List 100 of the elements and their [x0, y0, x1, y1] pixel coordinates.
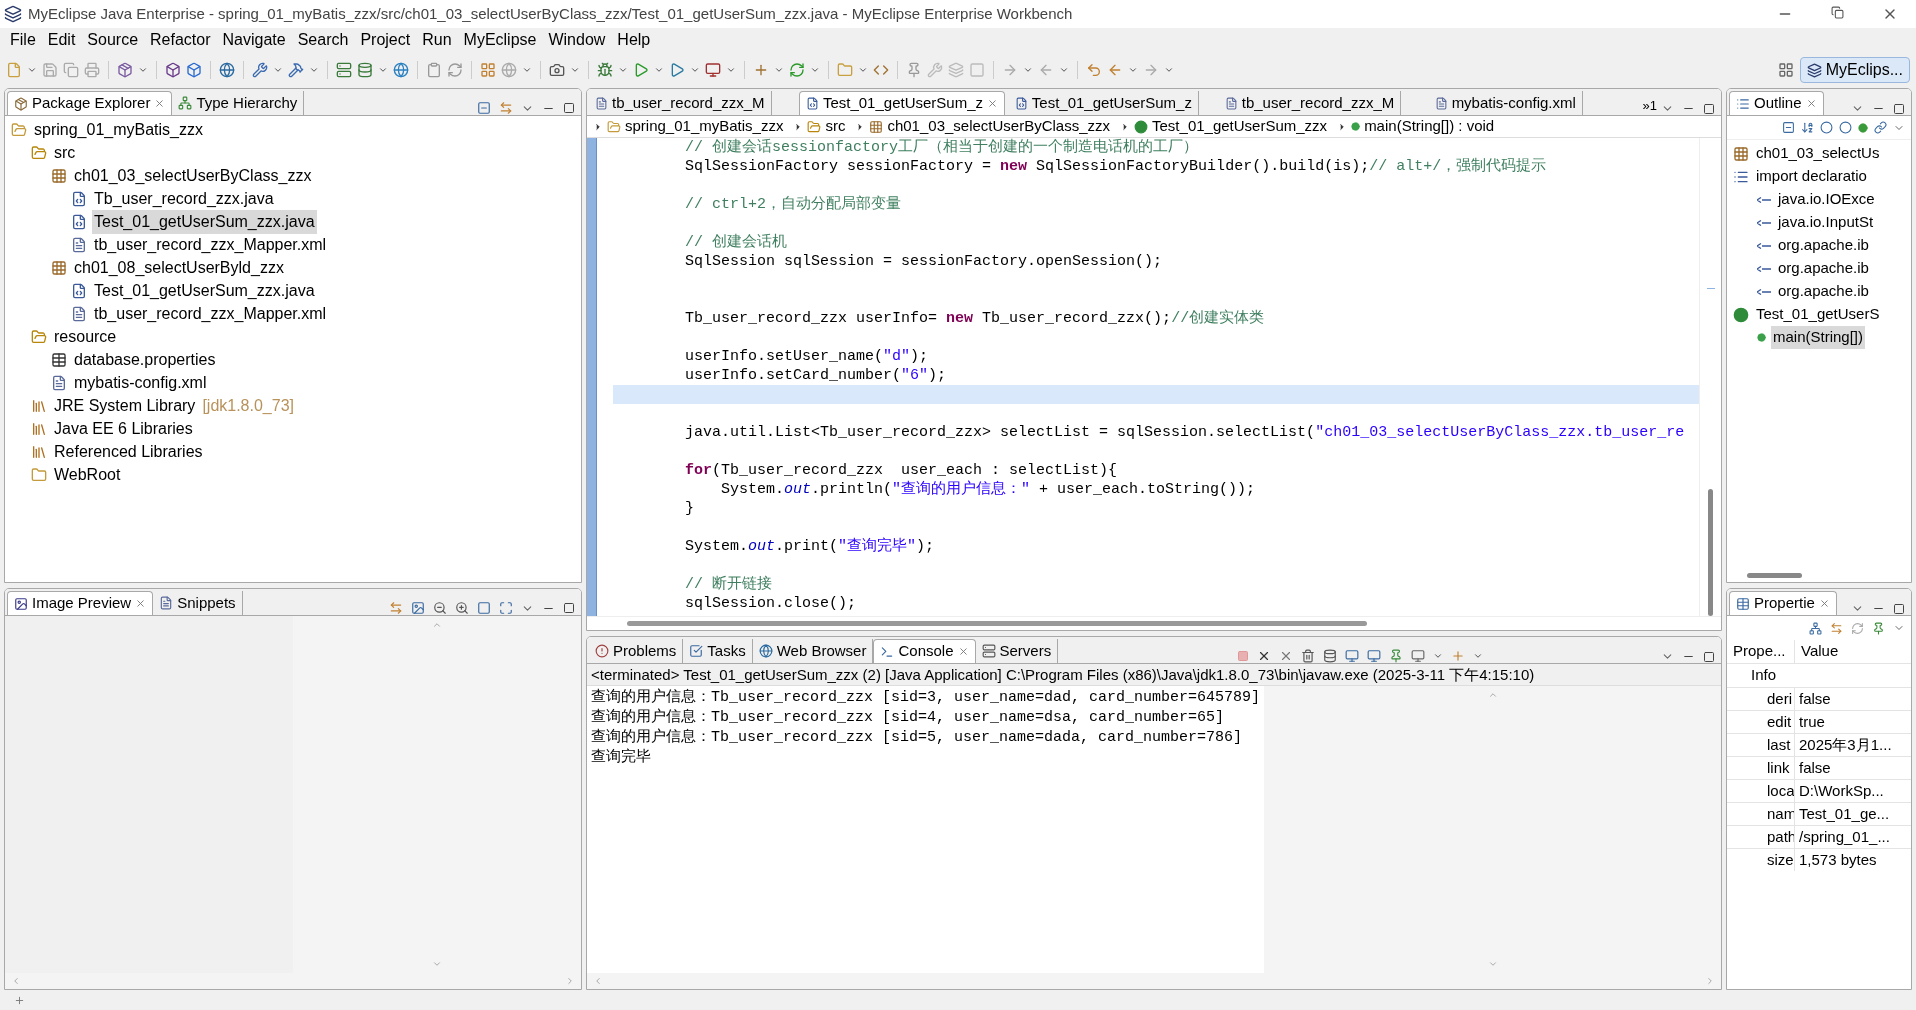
print-icon[interactable]: [84, 62, 100, 78]
close-icon[interactable]: [154, 98, 166, 109]
caret-icon[interactable]: [1059, 65, 1069, 75]
view-tab[interactable]: Image Preview: [7, 591, 154, 615]
close-icon[interactable]: [135, 598, 147, 609]
tree-item[interactable]: Referenced Libraries: [52, 439, 205, 464]
breadcrumb-item[interactable]: Test_01_getUserSum_zzx: [1152, 115, 1328, 138]
menu-item[interactable]: Project: [354, 28, 417, 52]
menu-item[interactable]: File: [4, 28, 42, 52]
caret-icon[interactable]: [273, 65, 283, 75]
tree-item[interactable]: JRE System Library: [52, 393, 198, 418]
caret-icon[interactable]: [1128, 65, 1138, 75]
tree-item[interactable]: org.apache.ib: [1776, 257, 1871, 280]
categories-icon[interactable]: [1809, 621, 1822, 635]
breadcrumb-arrow-icon[interactable]: [593, 121, 603, 132]
pin-icon[interactable]: [906, 62, 922, 78]
maximize-icon[interactable]: [1703, 102, 1715, 115]
tree-item[interactable]: ch01_03_selectUserByClass_zzx: [72, 163, 314, 188]
view-tab[interactable]: Test_01_getUserSum_z: [1008, 91, 1199, 115]
display-console-icon[interactable]: [1410, 649, 1425, 663]
close-icon[interactable]: [1805, 98, 1817, 109]
caret-icon[interactable]: [726, 65, 736, 75]
maximize-icon[interactable]: [1703, 650, 1715, 663]
view-tab[interactable]: Package Explorer: [7, 91, 173, 115]
advanced-icon[interactable]: [1830, 621, 1843, 635]
collapse-icon[interactable]: [1782, 121, 1795, 134]
code-icon[interactable]: [873, 62, 889, 78]
pin-icon[interactable]: [1872, 621, 1885, 635]
view-tab[interactable]: Console: [873, 639, 976, 663]
hide-static-icon[interactable]: [1839, 121, 1852, 134]
run-config-icon[interactable]: [669, 62, 685, 78]
horizontal-scrollbar[interactable]: [1747, 572, 1802, 578]
menu-item[interactable]: Run: [416, 28, 458, 52]
database-icon[interactable]: [357, 62, 373, 78]
more-tabs-button[interactable]: »1: [1638, 95, 1661, 115]
caret-icon[interactable]: [1023, 65, 1033, 75]
link-icon[interactable]: [389, 601, 403, 615]
close-icon[interactable]: [987, 98, 998, 109]
view-tab[interactable]: Servers: [975, 639, 1059, 663]
hammer-icon[interactable]: [288, 62, 304, 78]
tree-item[interactable]: Test_01_getUserS: [1754, 303, 1882, 326]
caret-icon[interactable]: [810, 65, 820, 75]
scroll-lock-icon[interactable]: [1322, 649, 1337, 663]
tree-item[interactable]: spring_01_myBatis_zzx: [32, 117, 205, 142]
link-icon[interactable]: [499, 101, 513, 115]
tree-item[interactable]: main(String[]): [1771, 326, 1866, 349]
restore-icon[interactable]: [1831, 6, 1844, 19]
back-icon[interactable]: [1107, 62, 1123, 78]
horizontal-scrollbar[interactable]: [627, 621, 1367, 626]
tree-item[interactable]: org.apache.ib: [1776, 280, 1871, 303]
hide-fields-icon[interactable]: [1820, 121, 1833, 134]
tree-item[interactable]: import declaratio: [1754, 165, 1869, 188]
maximize-icon[interactable]: [563, 102, 575, 114]
collapse-icon[interactable]: [477, 101, 491, 115]
view-tab[interactable]: mybatis-config.xml: [1428, 91, 1583, 115]
maximize-icon[interactable]: [1893, 102, 1905, 115]
hide-local-types-icon[interactable]: [1874, 121, 1887, 134]
view-tab[interactable]: Snippets: [153, 591, 243, 615]
tree-item[interactable]: java.io.IOExce: [1776, 188, 1877, 211]
caret-icon[interactable]: [654, 65, 664, 75]
run-icon[interactable]: [633, 62, 649, 78]
tree-item[interactable]: src: [52, 140, 78, 165]
tree-item[interactable]: Test_01_getUserSum_zzx.java: [92, 209, 317, 234]
tree-item[interactable]: database.properties: [72, 347, 218, 372]
vertical-scrollbar[interactable]: [1708, 489, 1713, 616]
view-tab[interactable]: Outline: [1729, 91, 1824, 115]
view-tab[interactable]: Problems: [589, 639, 684, 663]
refresh-icon[interactable]: [447, 62, 463, 78]
tree-item[interactable]: WebRoot: [52, 462, 123, 487]
undo-icon[interactable]: [1086, 62, 1102, 78]
caret-icon[interactable]: [138, 65, 148, 75]
globe-icon[interactable]: [393, 62, 409, 78]
menu-item[interactable]: Search: [291, 28, 355, 52]
column-header[interactable]: Value: [1795, 640, 1839, 663]
globe-icon[interactable]: [219, 62, 235, 78]
wrench-icon[interactable]: [252, 62, 268, 78]
tree-item[interactable]: Java EE 6 Libraries: [52, 416, 195, 441]
debug-icon[interactable]: [597, 62, 613, 78]
next-icon[interactable]: [1002, 62, 1018, 78]
breadcrumb-item[interactable]: ch01_03_selectUserByClass_zzx: [887, 115, 1111, 138]
refresh-icon[interactable]: [789, 62, 805, 78]
sort-icon[interactable]: [1801, 121, 1814, 134]
view-tab[interactable]: tb_user_record_zzx_M: [1218, 91, 1402, 115]
plus-icon[interactable]: [753, 62, 769, 78]
new-file-icon[interactable]: [6, 62, 22, 78]
caret-icon[interactable]: [1472, 651, 1483, 661]
maximize-icon[interactable]: [563, 602, 575, 614]
zoom-out-icon[interactable]: [433, 601, 447, 615]
tree-item[interactable]: mybatis-config.xml: [72, 370, 209, 395]
tree-item[interactable]: tb_user_record_zzx_Mapper.xml: [92, 232, 329, 257]
grid-icon[interactable]: [480, 62, 496, 78]
server-run-icon[interactable]: [705, 62, 721, 78]
perspective-button[interactable]: MyEclips...: [1799, 57, 1910, 83]
open-folder-icon[interactable]: [837, 62, 853, 78]
view-tab[interactable]: tb_user_record_zzx_M: [589, 91, 772, 115]
caret-icon[interactable]: [570, 65, 580, 75]
tree-item[interactable]: ch01_08_selectUserByld_zzx: [72, 255, 286, 280]
pin-icon[interactable]: [1388, 649, 1403, 663]
restore-default-icon[interactable]: [1851, 621, 1864, 635]
tree-item[interactable]: ch01_03_selectUs: [1754, 142, 1882, 165]
